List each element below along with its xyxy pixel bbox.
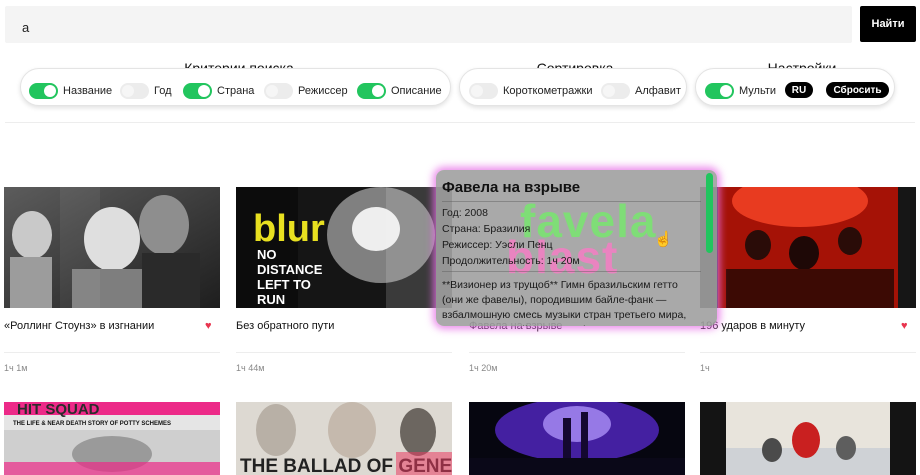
toggle-multi[interactable] (705, 83, 734, 99)
settings-group: Мульти RU Сбросить (695, 68, 895, 106)
poster-tagline-4: RUN (257, 292, 285, 307)
movie-title[interactable]: «Роллинг Стоунз» в изгнании (4, 320, 154, 332)
toggle-year-label: Год (154, 85, 172, 97)
poster-tagline-3: LEFT TO (257, 277, 311, 292)
tooltip-title: Фавела на взрыве (442, 179, 581, 196)
blur-logo-text: blur (253, 208, 325, 250)
sorting-group: Короткометражки Алфавит (459, 68, 687, 106)
poster-concert[interactable] (469, 402, 685, 475)
movie-title[interactable]: Без обратного пути (236, 320, 334, 332)
toggle-alphabet[interactable] (601, 83, 630, 99)
tooltip-scrollbar[interactable] (706, 173, 713, 253)
card-divider (236, 352, 452, 353)
poster-no-distance[interactable]: blur NO DISTANCE LEFT TO RUN (236, 187, 452, 308)
tooltip-description: **Визионер из трущоб** Гимн бразильским … (442, 279, 687, 326)
tooltip-divider (442, 271, 701, 272)
toggle-director-label: Режиссер (298, 85, 348, 97)
search-input[interactable]: а (5, 6, 852, 43)
poster-tagline-2: DISTANCE (257, 262, 323, 277)
poster-documentary[interactable] (700, 402, 916, 475)
toggle-director[interactable] (264, 83, 293, 99)
card-divider (469, 352, 685, 353)
hit-squad-subtitle-text: THE LIFE & NEAR DEATH STORY OF POTTY SCH… (13, 421, 171, 427)
tooltip-duration: Продолжительность: 1ч 20м (442, 255, 580, 267)
movie-duration: 1ч 1м (4, 363, 28, 373)
movie-duration: 1ч (700, 363, 710, 373)
poster-ballad-genesis[interactable]: THE BALLAD OF GENESIS (236, 402, 452, 475)
card-divider (700, 352, 916, 353)
favorite-heart-icon[interactable]: ♥ (901, 321, 908, 332)
poster-tagline-1: NO (257, 247, 277, 262)
toggle-description-label: Описание (391, 85, 442, 97)
toggle-country[interactable] (183, 83, 212, 99)
criteria-group: Название Год Страна Режиссер Описание (20, 68, 451, 106)
toggle-alphabet-label: Алфавит (635, 85, 681, 97)
tooltip-divider (442, 201, 701, 202)
toggle-shorts-label: Короткометражки (503, 85, 593, 97)
hit-squad-title-text: HIT SQUAD (17, 402, 100, 418)
poster-rolling-stones[interactable] (4, 187, 220, 308)
movie-tooltip: favela blast Фавела на взрыве Год: 2008 … (436, 170, 717, 326)
toggle-description[interactable] (357, 83, 386, 99)
hand-cursor-icon: ☝ (654, 231, 673, 248)
language-button[interactable]: RU (785, 82, 813, 98)
favorite-heart-icon[interactable]: ♥ (205, 321, 212, 332)
header-divider (5, 122, 915, 123)
toggle-title[interactable] (29, 83, 58, 99)
toggle-shorts[interactable] (469, 83, 498, 99)
movie-duration: 1ч 44м (236, 363, 265, 373)
tooltip-country: Страна: Бразилия (442, 223, 531, 235)
tooltip-director: Режиссер: Уэсли Пенц (442, 239, 553, 251)
toggle-country-label: Страна (217, 85, 255, 97)
tooltip-year: Год: 2008 (442, 207, 488, 219)
reset-button[interactable]: Сбросить (826, 82, 889, 98)
toggle-year[interactable] (120, 83, 149, 99)
card-divider (4, 352, 220, 353)
toggle-title-label: Название (63, 85, 113, 97)
poster-hit-squad[interactable]: HIT SQUAD THE LIFE & NEAR DEATH STORY OF… (4, 402, 220, 475)
search-button[interactable]: Найти (860, 6, 916, 42)
poster-196-bpm[interactable] (700, 187, 916, 308)
toggle-multi-label: Мульти (739, 85, 777, 97)
movie-duration: 1ч 20м (469, 363, 498, 373)
